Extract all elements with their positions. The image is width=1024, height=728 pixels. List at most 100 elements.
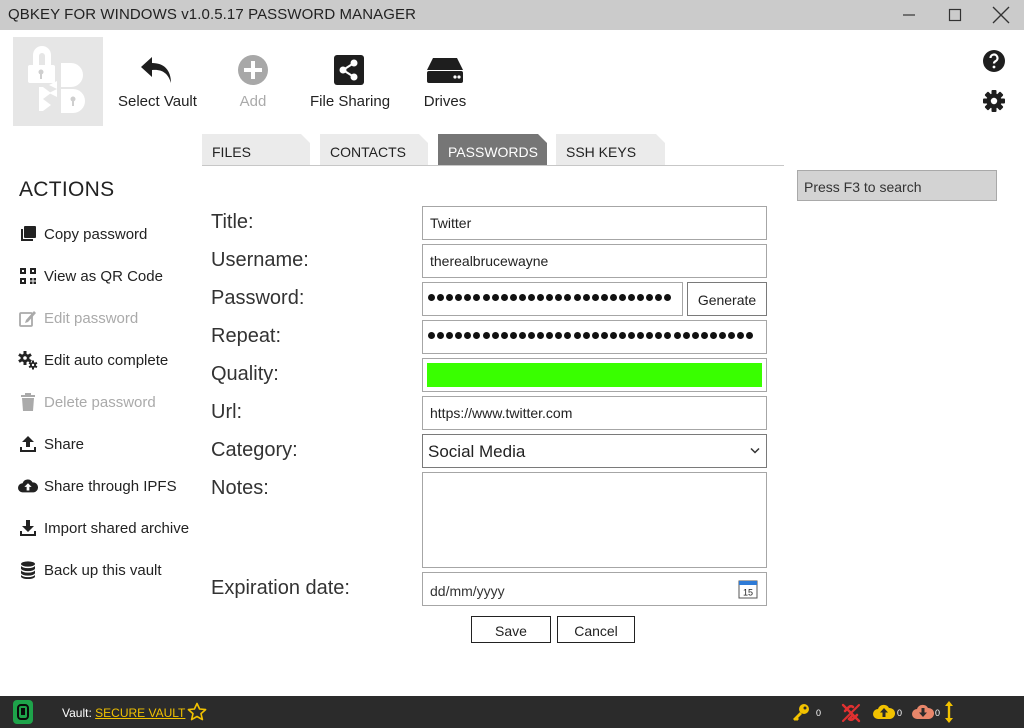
mask-dot (482, 294, 490, 301)
cancel-button[interactable]: Cancel (557, 616, 635, 643)
drives-button[interactable]: Drives (420, 50, 470, 110)
action-copy-password[interactable]: Copy password (18, 222, 147, 246)
mask-dot (700, 332, 708, 339)
mask-dot (673, 332, 681, 339)
title-input[interactable]: Twitter (422, 206, 767, 240)
url-input[interactable]: https://www.twitter.com (422, 396, 767, 430)
mask-dot (573, 332, 581, 339)
download-count: 0 (935, 708, 941, 718)
tab-files[interactable]: FILES (202, 134, 310, 165)
gear-icon (983, 90, 1005, 112)
category-select[interactable]: Social Media (422, 434, 767, 468)
calendar-icon[interactable]: 15 (738, 579, 758, 602)
password-input[interactable] (422, 282, 683, 316)
mask-dot (546, 332, 554, 339)
mask-dot (746, 332, 754, 339)
add-label: Add (239, 93, 267, 110)
mask-dot (473, 332, 481, 339)
mask-dot (609, 294, 617, 301)
repeat-label: Repeat: (211, 325, 282, 347)
add-button[interactable]: Add (230, 50, 276, 110)
cloud-upload-icon (18, 476, 38, 496)
mask-dot (482, 332, 490, 339)
mask-dot (719, 332, 726, 339)
repeat-password-mask (428, 332, 755, 339)
mask-dot (555, 294, 563, 301)
app-logo (13, 37, 103, 126)
mask-dot (455, 294, 463, 301)
category-selected-value: Social Media (428, 442, 526, 461)
mask-dot (473, 294, 481, 301)
save-button[interactable]: Save (471, 616, 551, 643)
repeat-password-input[interactable] (422, 320, 767, 354)
generate-button[interactable]: Generate (687, 282, 767, 316)
vault-prefix: Vault: (62, 706, 92, 720)
edit-icon (18, 308, 38, 328)
action-share[interactable]: Share (18, 432, 84, 456)
password-mask (428, 294, 674, 301)
mask-dot (628, 332, 636, 339)
mask-dot (655, 332, 663, 339)
minimize-button[interactable] (886, 0, 932, 30)
mask-dot (646, 294, 654, 301)
mask-dot (664, 294, 672, 301)
select-vault-button[interactable]: Select Vault (118, 50, 197, 110)
mask-dot (582, 294, 590, 301)
action-share-through-ipfs[interactable]: Share through IPFS (18, 474, 177, 498)
database-icon (18, 560, 38, 580)
title-bar: QBKEY FOR WINDOWS v1.0.5.17 PASSWORD MAN… (0, 0, 1024, 30)
tab-contacts[interactable]: CONTACTS (320, 134, 428, 165)
help-button[interactable] (982, 49, 1006, 73)
mask-dot (573, 294, 581, 301)
expiration-date-input[interactable]: dd/mm/yyyy 15 (422, 572, 767, 606)
action-edit-auto-complete[interactable]: Edit auto complete (18, 348, 168, 372)
sync-arrows-icon (943, 700, 955, 727)
action-import-shared-archive[interactable]: Import shared archive (18, 516, 189, 540)
tab-ssh-keys[interactable]: SSH KEYS (556, 134, 665, 165)
copy-icon (18, 224, 38, 244)
mask-dot (564, 332, 572, 339)
mask-dot (628, 294, 636, 301)
actions-heading: ACTIONS (19, 178, 115, 201)
mask-dot (591, 332, 599, 339)
mask-dot (691, 332, 699, 339)
mask-dot (437, 294, 445, 301)
settings-button[interactable] (982, 89, 1006, 113)
notes-textarea[interactable] (422, 472, 767, 568)
mask-dot (528, 332, 536, 339)
mask-dot (600, 294, 608, 301)
search-input[interactable]: Press F3 to search (797, 170, 997, 201)
vault-name-link[interactable]: SECURE VAULT (95, 706, 185, 720)
mask-dot (637, 294, 645, 301)
file-sharing-button[interactable]: File Sharing (310, 50, 390, 110)
mask-dot (500, 332, 508, 339)
calendar-day: 15 (743, 588, 753, 598)
mask-dot (446, 332, 454, 339)
download-icon (18, 518, 38, 538)
action-view-qr-code[interactable]: View as QR Code (18, 264, 163, 288)
maximize-button[interactable] (932, 0, 978, 30)
quality-meter (422, 358, 767, 392)
close-button[interactable] (978, 0, 1024, 30)
mask-dot (655, 294, 663, 301)
mask-dot (591, 294, 599, 301)
tab-passwords[interactable]: PASSWORDS (438, 134, 547, 165)
action-delete-password[interactable]: Delete password (18, 390, 156, 414)
mask-dot (428, 332, 435, 339)
favorite-star-icon[interactable] (187, 702, 207, 725)
select-vault-label: Select Vault (118, 93, 197, 110)
mask-dot (600, 332, 608, 339)
mask-dot (582, 332, 590, 339)
username-input[interactable]: therealbrucewayne (422, 244, 767, 278)
window-title: QBKEY FOR WINDOWS v1.0.5.17 PASSWORD MAN… (8, 6, 417, 23)
mask-dot (618, 332, 626, 339)
title-label: Title: (211, 211, 254, 233)
mask-dot (491, 294, 499, 301)
mask-dot (618, 294, 626, 301)
quality-meter-fill (427, 363, 762, 387)
expiration-date-label: Expiration date: (211, 577, 350, 599)
action-edit-password[interactable]: Edit password (18, 306, 138, 330)
action-back-up-vault[interactable]: Back up this vault (18, 558, 162, 582)
tab-bar: FILES CONTACTS PASSWORDS SSH KEYS (202, 134, 784, 166)
expiration-date-placeholder: dd/mm/yyyy (430, 583, 505, 599)
